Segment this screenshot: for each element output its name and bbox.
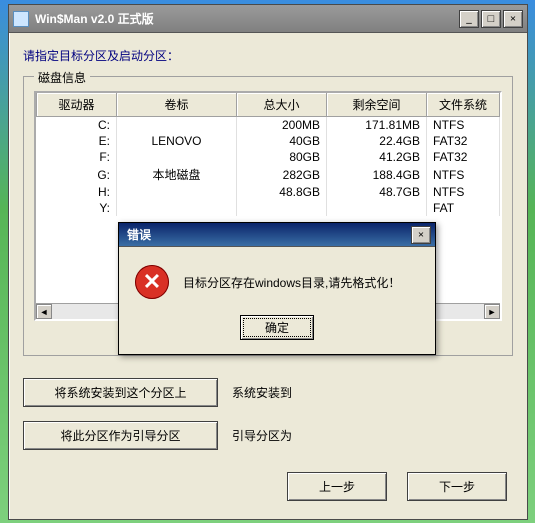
col-size[interactable]: 总大小 — [237, 93, 327, 117]
prev-button[interactable]: 上一步 — [287, 472, 387, 501]
col-drive[interactable]: 驱动器 — [37, 93, 117, 117]
minimize-button[interactable]: _ — [459, 10, 479, 28]
error-icon: ✕ — [135, 265, 169, 299]
maximize-button[interactable]: □ — [481, 10, 501, 28]
table-row[interactable]: G: 本地磁盘 282GB 188.4GB NTFS — [37, 165, 500, 184]
main-titlebar: Win$Man v2.0 正式版 _ □ × — [9, 5, 527, 33]
table-row[interactable]: E: LENOVO 40GB 22.4GB FAT32 — [37, 133, 500, 149]
error-titlebar: 错误 × — [119, 223, 435, 247]
window-title: Win$Man v2.0 正式版 — [35, 10, 457, 27]
col-fs[interactable]: 文件系统 — [427, 93, 500, 117]
scroll-left-icon[interactable]: ◄ — [36, 304, 52, 319]
table-row[interactable]: C: 200MB 171.81MB NTFS — [37, 117, 500, 134]
install-label: 系统安装到 — [232, 384, 292, 401]
error-dialog: 错误 × ✕ 目标分区存在windows目录,请先格式化！ 确定 — [118, 222, 436, 355]
table-row[interactable]: H: 48.8GB 48.7GB NTFS — [37, 184, 500, 200]
error-title: 错误 — [127, 226, 409, 243]
error-body: ✕ 目标分区存在windows目录,请先格式化！ — [119, 247, 435, 309]
install-to-button[interactable]: 将系统安装到这个分区上 — [23, 378, 218, 407]
table-header-row: 驱动器 卷标 总大小 剩余空间 文件系统 — [37, 93, 500, 117]
scroll-right-icon[interactable]: ► — [484, 304, 500, 319]
close-button[interactable]: × — [503, 10, 523, 28]
boot-label: 引导分区为 — [232, 427, 292, 444]
error-close-button[interactable]: × — [411, 226, 431, 244]
group-legend: 磁盘信息 — [34, 69, 90, 86]
ok-button[interactable]: 确定 — [240, 315, 314, 340]
col-free[interactable]: 剩余空间 — [327, 93, 427, 117]
table-row[interactable]: Y: FAT — [37, 200, 500, 216]
error-message: 目标分区存在windows目录,请先格式化！ — [183, 274, 400, 291]
next-button[interactable]: 下一步 — [407, 472, 507, 501]
col-label[interactable]: 卷标 — [117, 93, 237, 117]
error-footer: 确定 — [119, 309, 435, 354]
table-row[interactable]: F: 80GB 41.2GB FAT32 — [37, 149, 500, 165]
nav-row: 上一步 下一步 — [23, 472, 513, 501]
disk-table[interactable]: 驱动器 卷标 总大小 剩余空间 文件系统 C: 200MB 171.81MB — [36, 93, 500, 216]
boot-row: 将此分区作为引导分区 引导分区为 — [23, 421, 513, 450]
boot-from-button[interactable]: 将此分区作为引导分区 — [23, 421, 218, 450]
install-row: 将系统安装到这个分区上 系统安装到 — [23, 378, 513, 407]
app-icon — [13, 11, 29, 27]
instruction-text: 请指定目标分区及启动分区： — [23, 47, 513, 64]
